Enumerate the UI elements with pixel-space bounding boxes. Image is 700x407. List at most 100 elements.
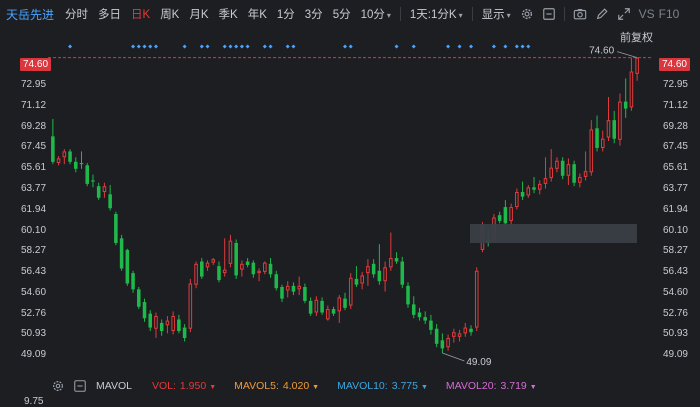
candle-body [400,261,405,285]
chevron-down-icon: ▾ [386,11,391,20]
right-axis-tick: 49.09 [662,349,688,360]
candle-body [543,178,548,184]
candle-body [96,186,101,198]
tab-weekly-k[interactable]: 周K [155,6,184,22]
current-price-tag-right: 74.60 [658,58,690,71]
candle-body [114,214,118,243]
gear-icon[interactable] [519,6,535,22]
indicator-name[interactable]: MAVOL [96,380,132,392]
gear-icon[interactable] [50,378,66,394]
chart-toolbar: 天岳先进 分时 多日 日K 周K 月K 季K 年K 1分 3分 5分 10分 ▾ … [0,0,700,29]
tab-quarterly-k[interactable]: 季K [214,6,243,22]
candle-body [177,319,181,332]
candle-body [623,101,628,109]
candle-body [308,300,313,314]
left-axis-tick: 69.28 [21,121,47,132]
camera-icon[interactable] [572,6,588,22]
left-axis-tick: 54.60 [21,287,47,298]
dropdown-10min[interactable]: 10分 ▾ [356,6,396,22]
divider [563,7,565,21]
candle-body [394,258,399,262]
candle-body [102,186,107,192]
tab-1min[interactable]: 1分 [272,6,300,22]
candle-body [205,262,210,268]
left-axis-tick: 49.09 [21,349,47,360]
candle-body [549,167,553,179]
tab-yearly-k[interactable]: 年K [243,6,272,22]
left-axis-tick: 67.45 [21,141,47,152]
pencil-icon[interactable] [594,6,610,22]
high-price-annotation: 74.60 [589,46,614,57]
candle-body [165,320,170,326]
tab-3min[interactable]: 3分 [300,6,328,22]
dropdown-day-1min-label: 1天:1分K [409,9,457,21]
tab-multi-day[interactable]: 多日 [93,6,126,22]
candle-body [137,289,141,307]
candle-body [612,120,616,139]
left-axis-tick: 56.43 [21,266,47,277]
right-axis-tick: 54.60 [662,287,688,298]
candle-body [142,302,147,319]
candle-body [474,270,479,328]
right-axis-tick: 63.77 [662,183,688,194]
candle-body [91,180,95,182]
right-axis-tick: 65.61 [662,162,688,173]
candle-body [566,164,571,176]
candle-body [108,194,112,209]
minus-square-icon[interactable] [541,6,557,22]
vs-compare-button[interactable]: VS [639,7,655,21]
divider [471,7,473,21]
indicator-bar: MAVOL VOL: 1.950 ▼ MAVOL5: 4.020 ▼ MAVOL10: 3… [0,377,700,395]
expand-icon[interactable] [616,6,632,22]
candle-body [354,278,359,285]
candle-body [411,304,416,315]
candle-body [595,128,599,148]
minus-square-icon[interactable] [72,378,88,394]
candle-body [618,101,622,140]
candle-body [79,163,84,165]
stock-name[interactable]: 天岳先进 [6,6,54,23]
candle-body [263,262,267,272]
dropdown-display-label: 显示 [481,9,505,21]
tab-monthly-k[interactable]: 月K [184,6,213,22]
candle-body [211,259,216,263]
candlestick-chart[interactable]: 49.09 74.60 [0,28,700,375]
candle-body [457,333,462,337]
candle-body [348,277,353,306]
tab-intraday[interactable]: 分时 [60,6,93,22]
candle-body [74,161,78,169]
tab-daily-k[interactable]: 日K [126,6,155,22]
candle-body [578,176,582,183]
divider [399,7,401,21]
dropdown-day-1min[interactable]: 1天:1分K ▾ [405,6,468,22]
candle-body [297,285,301,290]
candle-body [303,287,307,301]
candle-body [406,285,410,305]
candle-body [274,274,279,289]
candle-body [446,337,450,348]
candle-body [337,297,342,312]
candle-body [245,261,250,265]
candle-body [268,263,273,275]
candle-body [635,57,639,74]
chevron-down-icon: ▾ [506,11,511,20]
price-adjust-toggle[interactable]: 前复权 [620,29,653,45]
tab-5min[interactable]: 5分 [328,6,356,22]
candle-body [537,183,542,190]
candle-body [171,315,175,332]
triangle-down-icon: ▼ [312,384,320,391]
candle-body [417,312,422,318]
f10-button[interactable]: F10 [659,7,680,21]
candle-body [509,207,513,221]
candle-body [194,263,198,285]
candle-body [389,258,393,268]
triangle-down-icon: ▼ [209,384,217,391]
dropdown-display[interactable]: 显示 ▾ [477,6,516,22]
mavol10-value: 3.775 [391,380,418,392]
candle-body [515,191,519,208]
mavol10-label: MAVOL10: [337,380,388,392]
right-axis-tick: 72.95 [662,79,688,90]
candle-body [434,328,439,344]
candle-body [589,129,594,173]
candle-body [251,262,256,275]
